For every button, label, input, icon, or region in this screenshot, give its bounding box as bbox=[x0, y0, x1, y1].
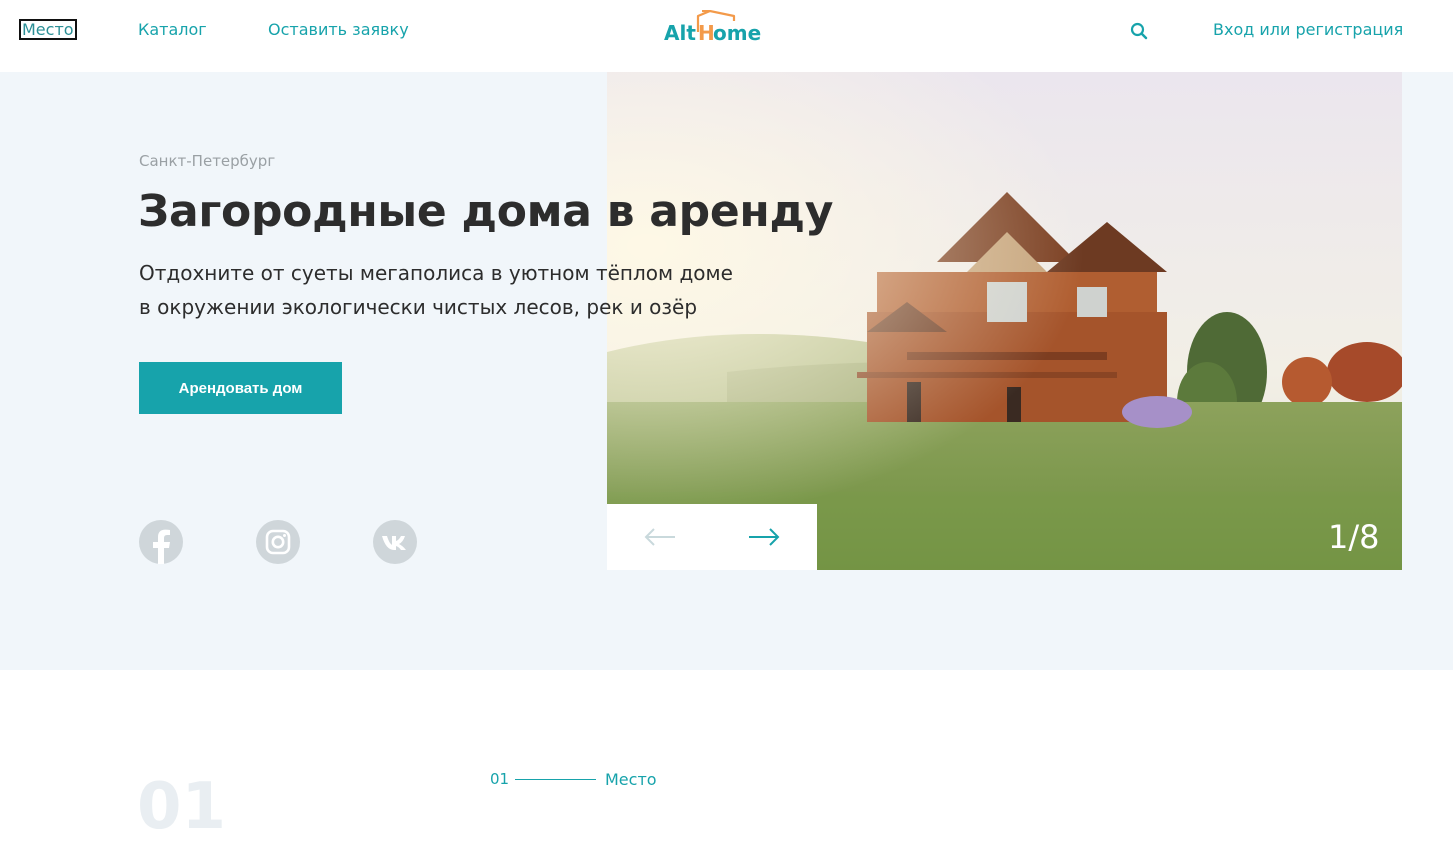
hero-subtitle: Отдохните от суеты мегаполиса в уютном т… bbox=[139, 256, 799, 324]
vk-icon[interactable] bbox=[373, 520, 417, 564]
althome-logo[interactable]: Alt H ome bbox=[664, 9, 764, 46]
login-register-link[interactable]: Вход или регистрация bbox=[1213, 20, 1403, 39]
svg-text:Alt: Alt bbox=[664, 21, 696, 45]
hero-title: Загородные дома в аренду bbox=[138, 186, 834, 237]
facebook-icon[interactable] bbox=[139, 520, 183, 564]
slider-controls bbox=[607, 504, 817, 570]
nav-place[interactable]: Место bbox=[19, 19, 77, 40]
nav-catalog[interactable]: Каталог bbox=[138, 20, 207, 39]
instagram-icon[interactable] bbox=[256, 520, 300, 564]
nav-leave-request[interactable]: Оставить заявку bbox=[268, 20, 409, 39]
prev-arrow-icon[interactable] bbox=[643, 524, 677, 550]
section-label: Место bbox=[605, 770, 657, 789]
section-divider bbox=[515, 779, 596, 780]
hero-subtitle-line-2: в окружении экологически чистых лесов, р… bbox=[139, 295, 698, 319]
rent-house-button[interactable]: Арендовать дом bbox=[139, 362, 342, 414]
hero-subtitle-line-1: Отдохните от суеты мегаполиса в уютном т… bbox=[139, 261, 733, 285]
city-label: Санкт-Петербург bbox=[139, 152, 276, 170]
section-label-number: 01 bbox=[490, 770, 510, 788]
slide-counter: 1/8 bbox=[1328, 518, 1380, 556]
site-header: Место Каталог Оставить заявку Alt H ome … bbox=[0, 0, 1453, 72]
section-big-number: 01 bbox=[137, 770, 227, 844]
next-arrow-icon[interactable] bbox=[747, 524, 781, 550]
svg-text:ome: ome bbox=[713, 21, 761, 45]
search-icon[interactable] bbox=[1130, 22, 1148, 40]
